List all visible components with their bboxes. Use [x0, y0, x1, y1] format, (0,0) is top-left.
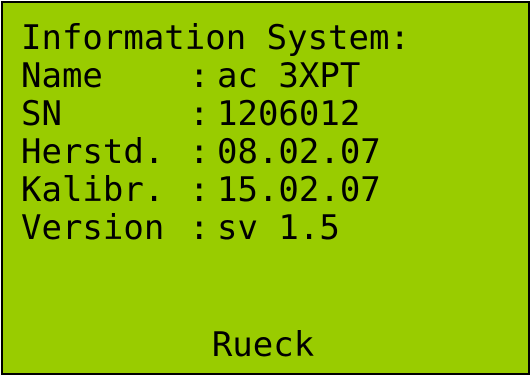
info-row-name: Name : ac 3XPT — [21, 56, 360, 96]
row-value: 15.02.07 — [217, 170, 381, 210]
back-button[interactable]: Rueck — [193, 325, 333, 365]
info-row-calibration-date: Kalibr. : 15.02.07 — [21, 171, 381, 209]
row-separator: : — [189, 132, 210, 172]
info-row-version: Version : sv 1.5 — [21, 209, 340, 247]
row-separator: : — [189, 94, 210, 134]
info-row-manufacture-date: Herstd. : 08.02.07 — [21, 133, 381, 171]
row-separator: : — [189, 56, 210, 96]
row-value: 08.02.07 — [217, 132, 381, 172]
row-value: sv 1.5 — [217, 208, 340, 248]
row-label: Version — [21, 208, 165, 248]
row-label: Herstd. — [21, 132, 165, 172]
row-value: 1206012 — [217, 94, 361, 134]
screen-title: Information System: — [21, 18, 410, 58]
row-label: Kalibr. — [21, 170, 165, 210]
row-value: ac 3XPT — [217, 56, 361, 96]
row-label: Name — [21, 56, 103, 96]
row-separator: : — [189, 208, 210, 248]
info-row-serial-number: SN : 1206012 — [21, 94, 360, 134]
row-label: SN — [21, 94, 62, 134]
row-separator: : — [189, 170, 210, 210]
lcd-screen: Information System: Name : ac 3XPT SN : … — [1, 1, 530, 375]
